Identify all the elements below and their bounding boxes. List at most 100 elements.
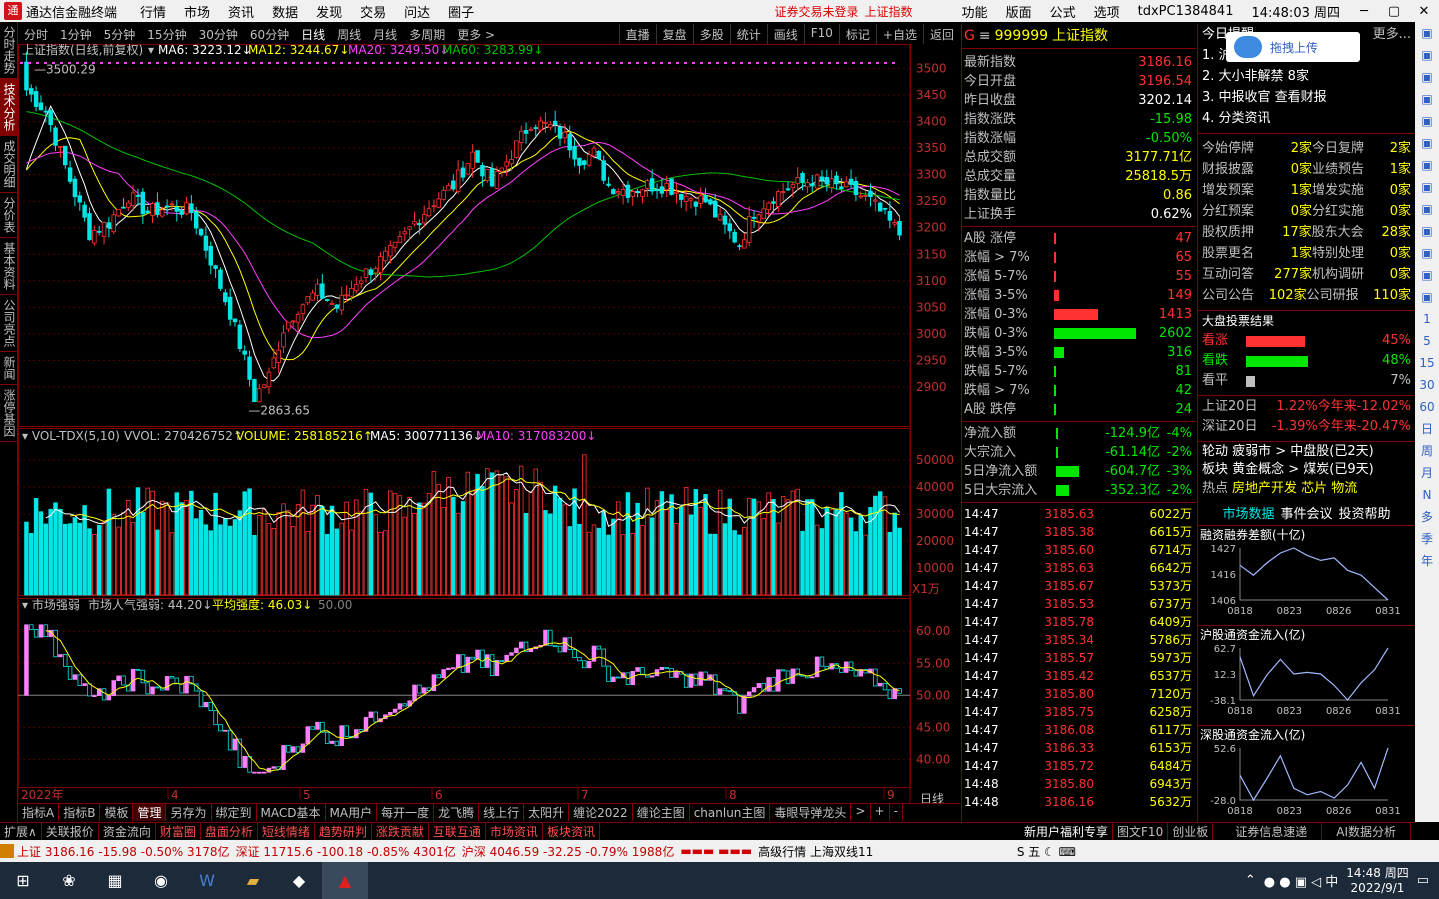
ext-tab-4[interactable]: 盘面分析: [201, 823, 258, 840]
market-tab-1[interactable]: 事件会议: [1280, 504, 1332, 525]
notification-icon[interactable]: ▭: [1417, 873, 1429, 888]
period-tab-3[interactable]: 15分钟: [141, 24, 192, 44]
period-tab-0[interactable]: 分时: [18, 24, 54, 44]
close-icon[interactable]: ✕: [1409, 4, 1439, 19]
indicator-tab-1[interactable]: 指标B: [59, 804, 101, 821]
info-bottom-tab-0[interactable]: 证券信息速递: [1221, 823, 1323, 840]
side-tool-icon[interactable]: ▣: [1415, 220, 1439, 242]
indicator-tab-11[interactable]: 太阳升: [524, 804, 570, 821]
period-tab-4[interactable]: 30分钟: [193, 24, 244, 44]
menu-7[interactable]: 圈子: [439, 2, 483, 21]
side-period-9[interactable]: 多: [1415, 506, 1439, 528]
event-row[interactable]: 股权质押 17家 股东大会 28家: [1198, 222, 1415, 243]
ext-tab-2[interactable]: 资金流向: [99, 823, 156, 840]
app-icon-1[interactable]: ❀: [46, 862, 92, 899]
left-tab-2[interactable]: 成交明细: [0, 136, 18, 193]
sh-index-status[interactable]: 上证 3186.16 -15.98 -0.50% 3178亿: [14, 843, 233, 860]
side-tool-icon[interactable]: ▣: [1415, 66, 1439, 88]
left-tab-4[interactable]: 基本资料: [0, 238, 18, 295]
side-period-0[interactable]: 1: [1415, 308, 1439, 330]
browser-icon[interactable]: ◉: [138, 862, 184, 899]
side-period-11[interactable]: 年: [1415, 550, 1439, 572]
event-row[interactable]: 增发预案 1家 增发实施 0家: [1198, 180, 1415, 201]
side-period-10[interactable]: 季: [1415, 528, 1439, 550]
indicator-tab-3[interactable]: 管理: [133, 804, 167, 821]
group-icon[interactable]: G: [964, 24, 975, 48]
side-tool-icon[interactable]: ▣: [1415, 242, 1439, 264]
period-tab-9[interactable]: 多周期: [403, 24, 451, 44]
indicator-tab-16[interactable]: >: [851, 804, 871, 821]
chart-tool-3[interactable]: 统计: [729, 24, 767, 44]
hs-index-status[interactable]: 沪深 4046.59 -32.25 -0.79% 1988亿: [459, 843, 678, 860]
menu-6[interactable]: 问达: [395, 2, 439, 21]
side-tool-icon[interactable]: ▣: [1415, 44, 1439, 66]
menu-4[interactable]: 发现: [307, 2, 351, 21]
right-menu-3[interactable]: 选项: [1085, 2, 1129, 21]
indicator-tab-0[interactable]: 指标A: [18, 804, 60, 821]
ext-tab-9[interactable]: 市场资讯: [486, 823, 543, 840]
chart-tool-6[interactable]: 标记: [838, 24, 876, 44]
chart-tool-8[interactable]: 返回: [922, 24, 960, 44]
indicator-tab-15[interactable]: 毒眼导弹龙头: [770, 804, 852, 821]
ext-tab-3[interactable]: 财富圈: [156, 823, 201, 840]
side-tool-icon[interactable]: ▣: [1415, 264, 1439, 286]
sz-index-status[interactable]: 深证 11715.6 -100.18 -0.85% 4301亿: [233, 843, 459, 860]
indicator-tab-13[interactable]: 缠论主图: [633, 804, 690, 821]
indicator-tab-10[interactable]: 线上行: [479, 804, 525, 821]
side-period-6[interactable]: 周: [1415, 440, 1439, 462]
indicator-tab-8[interactable]: 每开一度: [377, 804, 435, 821]
side-tool-icon[interactable]: ▣: [1415, 154, 1439, 176]
event-row[interactable]: 今始停牌 2家 今日复牌 2家: [1198, 138, 1415, 159]
ext-tab-13[interactable]: 创业板: [1168, 823, 1214, 840]
info-bottom-tab-1[interactable]: AI数据分析: [1322, 823, 1411, 840]
market-tab-0[interactable]: 市场数据: [1222, 504, 1274, 525]
minimize-icon[interactable]: ─: [1349, 4, 1379, 19]
indicator-tab-12[interactable]: 缠论2022: [569, 804, 633, 821]
period-tab-10[interactable]: 更多 >: [451, 24, 501, 44]
side-tool-icon[interactable]: ▣: [1415, 22, 1439, 44]
left-tab-1[interactable]: 技术分析: [0, 79, 18, 136]
chart-tool-2[interactable]: 多股: [692, 24, 730, 44]
market-notice[interactable]: 上证指数: [865, 3, 913, 20]
menu-0[interactable]: 行情: [131, 2, 175, 21]
period-tab-6[interactable]: 日线: [295, 24, 331, 44]
chart-tool-5[interactable]: F10: [803, 24, 839, 44]
period-tab-5[interactable]: 60分钟: [244, 24, 295, 44]
ext-tab-1[interactable]: 关联报价: [42, 823, 99, 840]
event-row[interactable]: 互动问答 277家 机构调研 0家: [1198, 264, 1415, 285]
sector-row[interactable]: 板块 黄金概念 > 煤炭(已9天): [1198, 460, 1415, 479]
reminder-item[interactable]: 3. 中报收官 查看财报: [1198, 87, 1415, 108]
indicator-tab-7[interactable]: MA用户: [326, 804, 378, 821]
indicator-tab-5[interactable]: 绑定到: [212, 804, 257, 821]
left-tab-5[interactable]: 公司亮点: [0, 295, 18, 352]
chart-tool-7[interactable]: +自选: [875, 24, 923, 44]
period-tab-1[interactable]: 1分钟: [54, 24, 98, 44]
side-period-7[interactable]: 月: [1415, 462, 1439, 484]
app-icon-2[interactable]: ▦: [92, 862, 138, 899]
user-id[interactable]: tdxPC1384841: [1129, 4, 1243, 19]
chart-tool-0[interactable]: 直播: [618, 24, 656, 44]
side-tool-icon[interactable]: ▣: [1415, 198, 1439, 220]
advanced-quote[interactable]: 高级行情 上海双线11: [755, 843, 876, 860]
side-period-3[interactable]: 30: [1415, 374, 1439, 396]
ext-tab-12[interactable]: 图文F10: [1113, 823, 1169, 840]
ime-icon[interactable]: S 五 ☾ ⌨: [1014, 843, 1079, 860]
reminder-item[interactable]: 2. 大小非解禁 8家: [1198, 66, 1415, 87]
ext-tab-8[interactable]: 互联互通: [429, 823, 486, 840]
ext-tab-10[interactable]: 板块资讯: [543, 823, 600, 840]
side-tool-icon[interactable]: ▣: [1415, 110, 1439, 132]
menu-2[interactable]: 资讯: [219, 2, 263, 21]
reminder-item[interactable]: 4. 分类资讯: [1198, 108, 1415, 129]
folder-icon[interactable]: ▰: [230, 862, 276, 899]
kline-chart[interactable]: 3500 3450 3400 3350 3300 3250 3200 3150 3100 3050…: [18, 24, 960, 807]
menu-1[interactable]: 市场: [175, 2, 219, 21]
ext-tab-0[interactable]: 扩展∧: [0, 823, 42, 840]
maximize-icon[interactable]: ▢: [1379, 4, 1409, 19]
ext-tab-5[interactable]: 短线情绪: [258, 823, 315, 840]
indicator-tab-18[interactable]: -: [890, 804, 903, 821]
app-icon-3[interactable]: ◆: [276, 862, 322, 899]
side-period-2[interactable]: 15: [1415, 352, 1439, 374]
word-icon[interactable]: W: [184, 862, 230, 899]
event-row[interactable]: 财报披露 0家 业绩预告 1家: [1198, 159, 1415, 180]
menu-icon[interactable]: ≡: [979, 24, 991, 48]
